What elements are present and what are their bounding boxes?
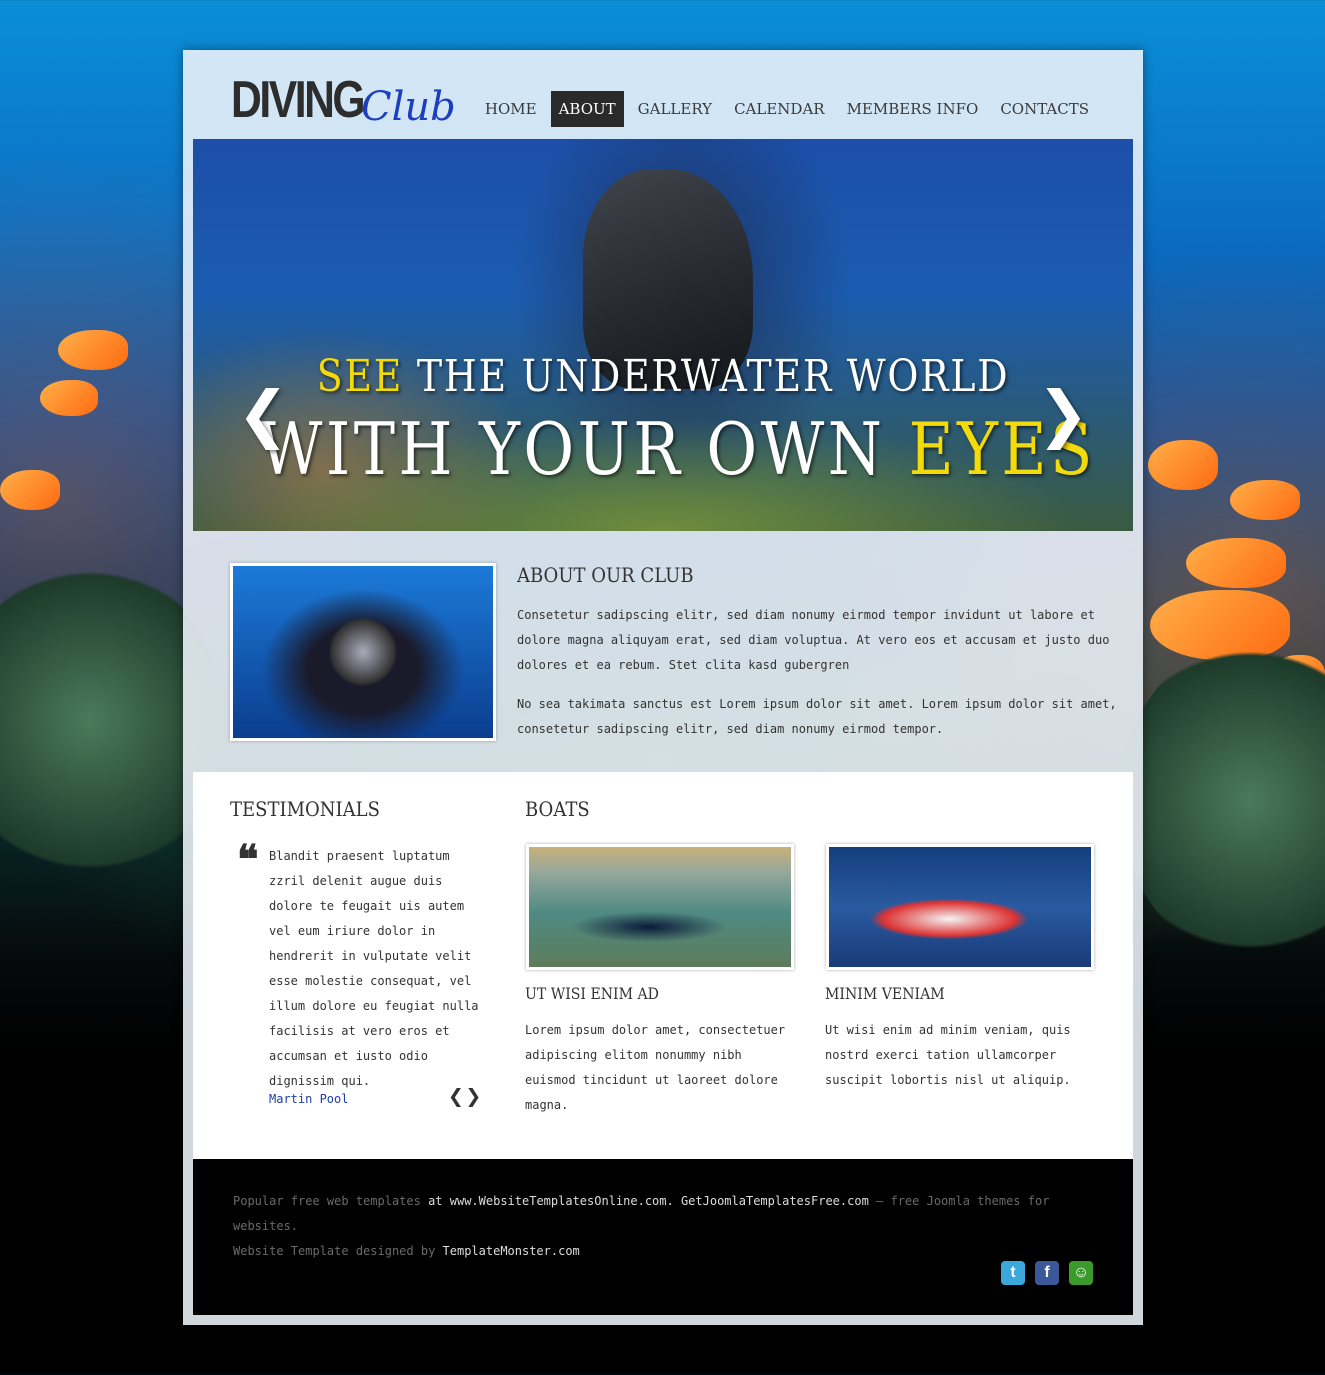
- facebook-icon[interactable]: f: [1035, 1261, 1059, 1285]
- content-section: TESTIMONIALS ❝ Blandit praesent luptatum…: [193, 772, 1133, 1159]
- fish-decoration: [1230, 480, 1300, 520]
- hero-line-2-text: WITH YOUR OWN: [258, 407, 909, 491]
- footer: Popular free web templates at www.Websit…: [193, 1159, 1133, 1315]
- testimonial-text: Blandit praesent luptatum zzril delenit …: [269, 849, 479, 1088]
- fish-decoration: [40, 380, 98, 416]
- testimonial-nav-arrows-icon[interactable]: ❮❯: [448, 1082, 483, 1112]
- logo-word: DIVING: [231, 71, 366, 129]
- footer-link-templatemonster[interactable]: TemplateMonster.com: [443, 1244, 580, 1258]
- reef-decoration: [1120, 640, 1325, 960]
- hero-line-1-text: THE UNDERWATER WORLD: [403, 351, 1010, 402]
- footer-text-3: .: [666, 1194, 681, 1208]
- hero-line-1: SEE THE UNDERWATER WORLD: [259, 351, 1067, 402]
- logo-script: Club: [361, 84, 456, 130]
- chat-icon[interactable]: ☺: [1069, 1261, 1093, 1285]
- nav-members-info[interactable]: MEMBERS INFO: [839, 91, 987, 127]
- fish-decoration: [58, 330, 128, 370]
- boat-2-text: Ut wisi enim ad minim veniam, quis nostr…: [825, 1023, 1071, 1087]
- footer-text-1: Popular free web templates: [233, 1194, 421, 1208]
- boats-title: BOATS: [525, 797, 590, 821]
- nav-about[interactable]: ABOUT: [550, 91, 624, 127]
- fish-decoration: [1148, 440, 1218, 490]
- boat-image-2: [826, 844, 1094, 970]
- footer-text-2: at: [420, 1194, 450, 1208]
- fish-decoration: [1186, 538, 1286, 588]
- nav-home[interactable]: HOME: [477, 91, 545, 127]
- main-panel: DIVING Club HOME ABOUT GALLERY CALENDAR …: [183, 50, 1143, 1325]
- fish-decoration: [0, 470, 60, 510]
- nav-gallery[interactable]: GALLERY: [630, 91, 720, 127]
- footer-text-5: Website Template designed by: [233, 1244, 443, 1258]
- hero-line-2: WITH YOUR OWN EYES: [258, 407, 1093, 491]
- hero-next-arrow-icon[interactable]: ❯: [1037, 377, 1089, 450]
- twitter-icon[interactable]: t: [1001, 1261, 1025, 1285]
- about-paragraph-1: Consetetur sadipscing elitr, sed diam no…: [517, 608, 1110, 672]
- hero-slider: SEE THE UNDERWATER WORLD WITH YOUR OWN E…: [193, 139, 1133, 531]
- boat-image-1: [526, 844, 794, 970]
- main-nav: HOME ABOUT GALLERY CALENDAR MEMBERS INFO…: [471, 91, 1097, 127]
- hero-prev-arrow-icon[interactable]: ❮: [237, 377, 289, 450]
- about-paragraph-2: No sea takimata sanctus est Lorem ipsum …: [517, 697, 1117, 736]
- footer-link-websitetemplatesonline[interactable]: www.WebsiteTemplatesOnline.com: [450, 1194, 667, 1208]
- boat-1-title[interactable]: UT WISI ENIM AD: [525, 984, 659, 1003]
- footer-text: Popular free web templates at www.Websit…: [233, 1189, 1053, 1264]
- boat-2-title[interactable]: MINIM VENIAM: [825, 984, 945, 1003]
- testimonial-author[interactable]: Martin Pool: [269, 1092, 348, 1106]
- nav-calendar[interactable]: CALENDAR: [726, 91, 833, 127]
- about-title: ABOUT OUR CLUB: [517, 563, 694, 587]
- boat-1-text: Lorem ipsum dolor amet, consectetuer adi…: [525, 1023, 786, 1112]
- testimonials-title: TESTIMONIALS: [230, 797, 380, 821]
- site-logo[interactable]: DIVING Club: [231, 70, 456, 130]
- hero-highlight-see: SEE: [316, 351, 404, 402]
- quote-icon: ❝: [237, 836, 259, 883]
- nav-contacts[interactable]: CONTACTS: [992, 91, 1097, 127]
- about-photo: [230, 563, 496, 741]
- footer-link-getjoomlatemplatesfree[interactable]: GetJoomlaTemplatesFree.com: [681, 1194, 869, 1208]
